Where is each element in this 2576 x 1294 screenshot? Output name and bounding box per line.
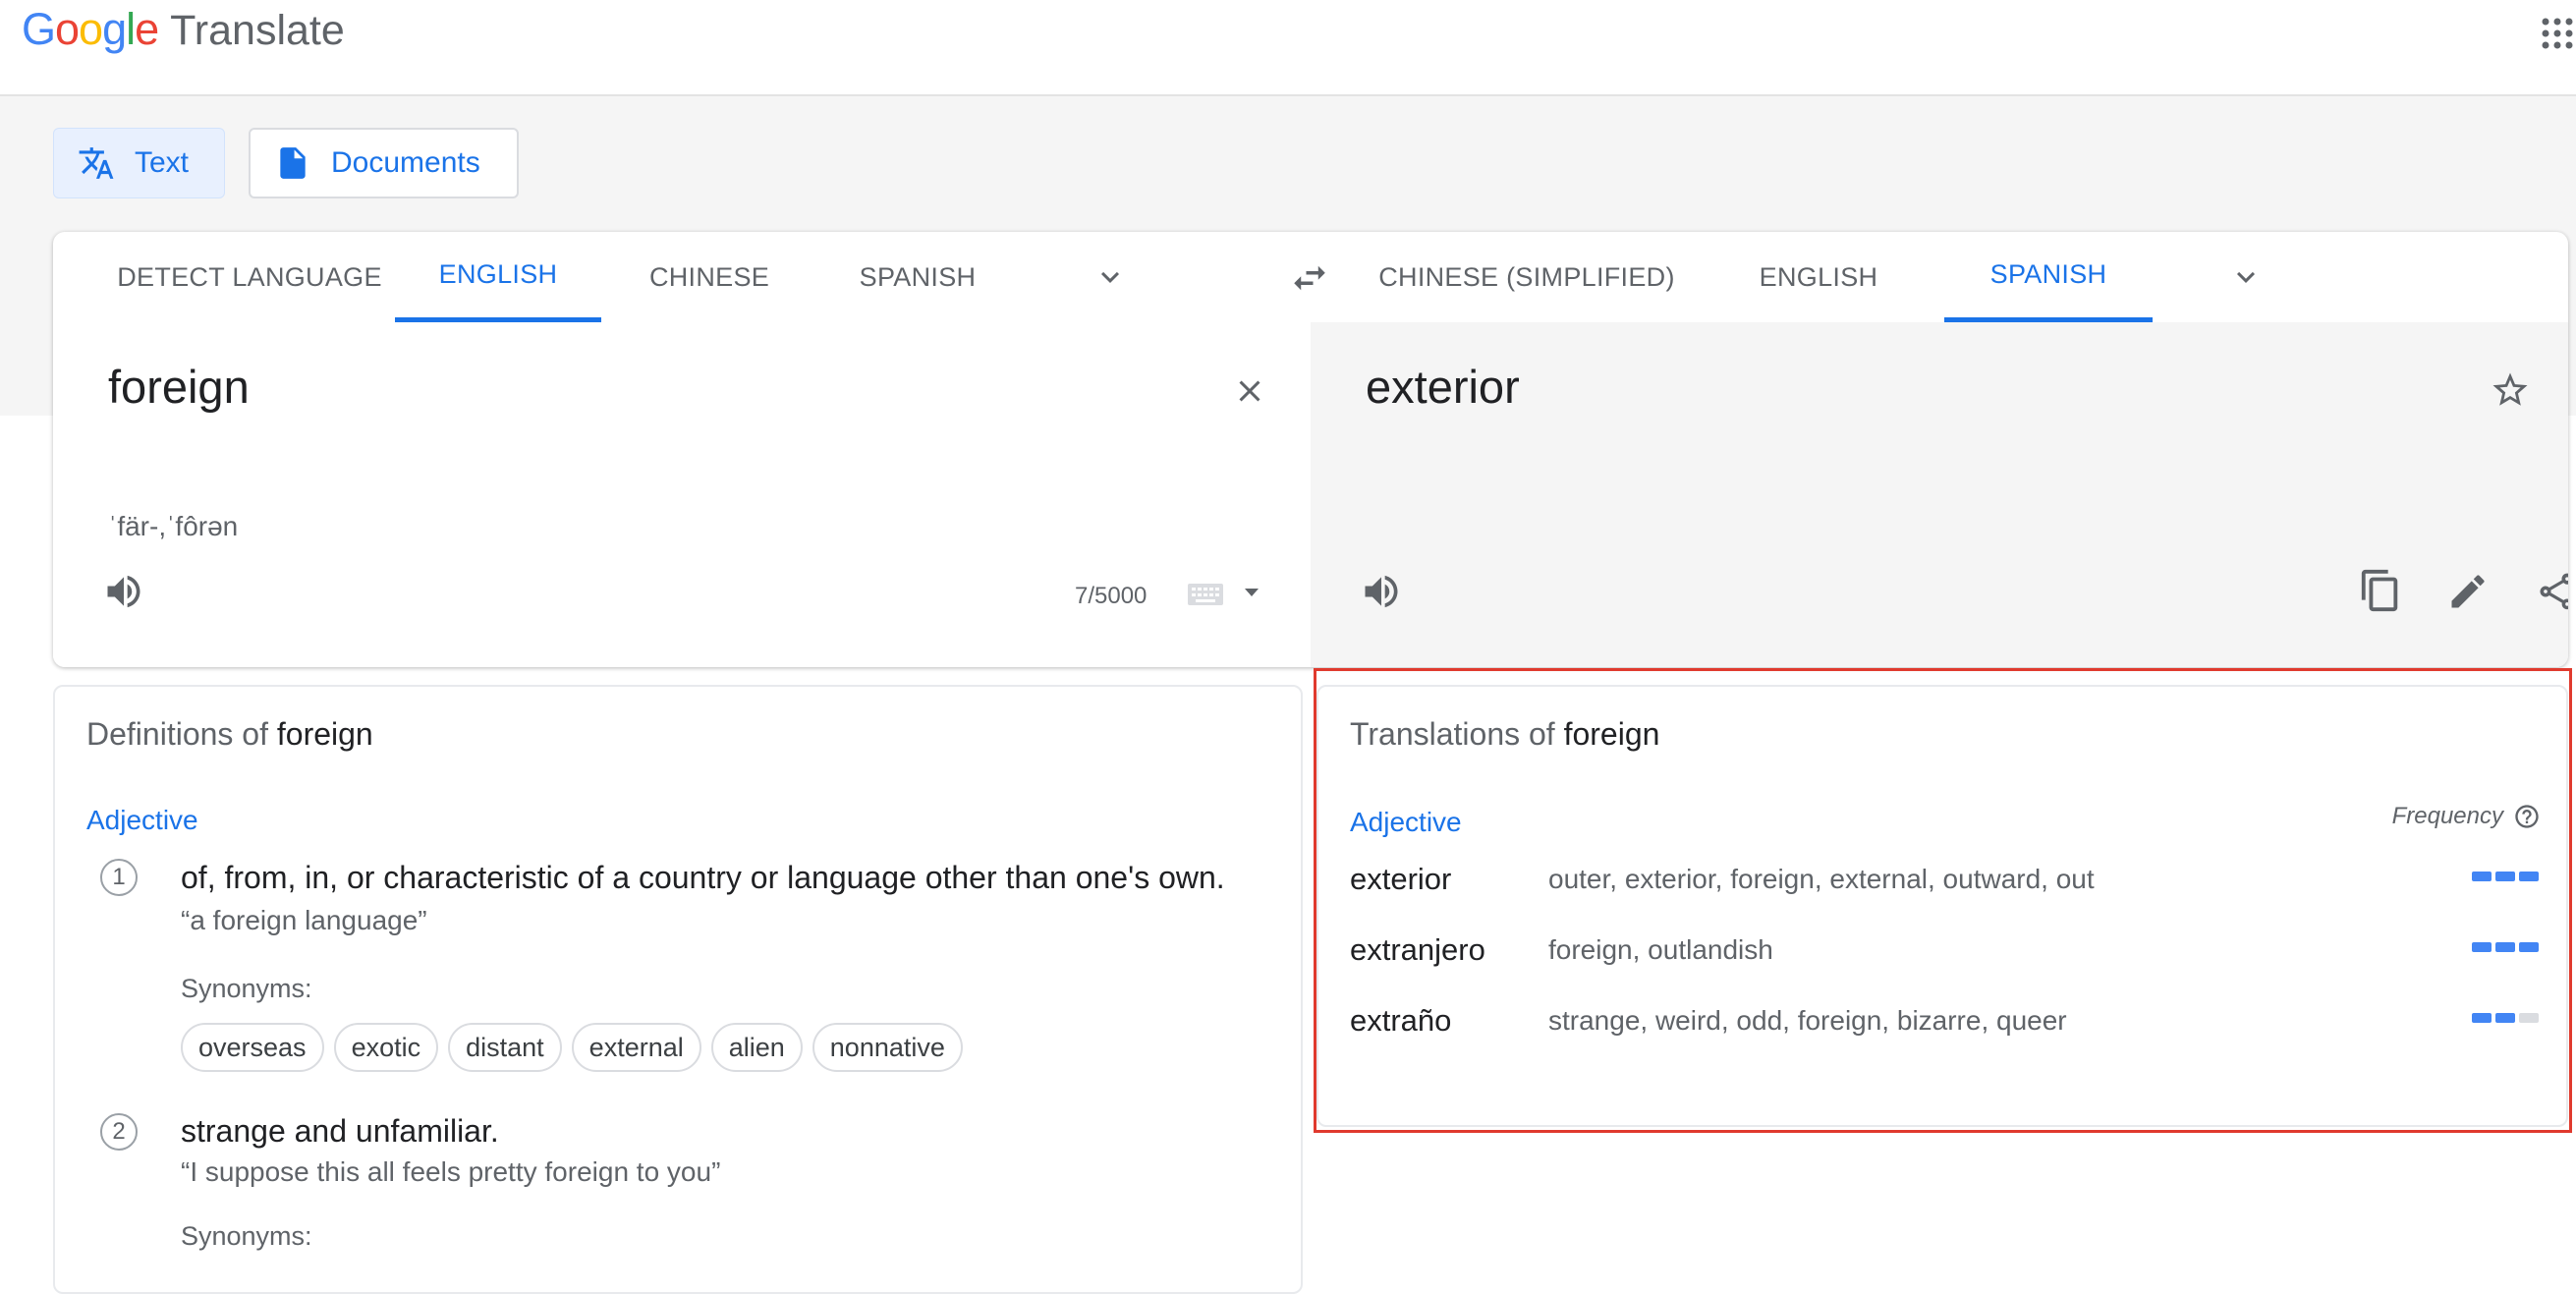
copy-translation-icon[interactable] bbox=[2358, 568, 2403, 613]
clear-text-icon[interactable] bbox=[1232, 373, 1267, 409]
text-mode-button[interactable]: Text bbox=[53, 128, 225, 198]
definition-example: “I suppose this all feels pretty foreign… bbox=[181, 1156, 721, 1187]
logo-letter: o bbox=[79, 4, 103, 54]
definition-number: 1 bbox=[100, 859, 138, 896]
definition-text: strange and unfamiliar. bbox=[181, 1113, 499, 1149]
logo-letter: e bbox=[135, 4, 159, 54]
logo-letter: G bbox=[22, 4, 56, 54]
definitions-panel: Definitions of foreign Adjective 1 of, f… bbox=[53, 685, 1303, 1294]
swap-languages-icon[interactable] bbox=[1289, 257, 1330, 299]
target-more-languages-chevron-icon[interactable] bbox=[2228, 259, 2264, 295]
character-count: 7/5000 bbox=[1075, 583, 1148, 609]
target-lang-chinese-simplified[interactable]: CHINESE (SIMPLIFIED) bbox=[1370, 232, 1684, 322]
text-mode-label: Text bbox=[135, 146, 190, 179]
apps-grid-icon[interactable] bbox=[2540, 14, 2576, 53]
synonyms-label: Synonyms: bbox=[181, 974, 312, 1003]
synonym-chips: overseas exotic distant external alien n… bbox=[181, 1023, 963, 1072]
source-lang-chinese[interactable]: CHINESE bbox=[621, 232, 798, 322]
document-icon bbox=[280, 147, 306, 179]
listen-source-speaker-icon[interactable] bbox=[102, 570, 145, 613]
top-header: Google Translate bbox=[0, 0, 2576, 96]
definitions-title: Definitions of foreign bbox=[86, 716, 373, 753]
synonym-chip[interactable]: alien bbox=[710, 1023, 803, 1072]
synonym-chip[interactable]: overseas bbox=[181, 1023, 324, 1072]
definition-text: of, from, in, or characteristic of a cou… bbox=[181, 860, 1225, 895]
source-text-input[interactable]: foreign bbox=[108, 360, 250, 414]
edit-translation-pencil-icon[interactable] bbox=[2446, 570, 2490, 613]
synonym-chip[interactable]: exotic bbox=[333, 1023, 439, 1072]
highlight-box bbox=[1314, 668, 2572, 1133]
google-translate-logo[interactable]: Google Translate bbox=[22, 4, 345, 63]
synonym-chip[interactable]: distant bbox=[448, 1023, 562, 1072]
target-lang-english[interactable]: ENGLISH bbox=[1735, 232, 1902, 322]
documents-mode-button[interactable]: Documents bbox=[249, 128, 519, 198]
synonym-chip[interactable]: nonnative bbox=[812, 1023, 963, 1072]
source-lang-english[interactable]: ENGLISH bbox=[395, 232, 601, 322]
definitions-title-prefix: Definitions of bbox=[86, 716, 268, 752]
translation-card: DETECT LANGUAGE ENGLISH CHINESE SPANISH … bbox=[53, 232, 2568, 667]
source-more-languages-chevron-icon[interactable] bbox=[1092, 259, 1128, 295]
keyboard-icon[interactable] bbox=[1187, 580, 1224, 609]
definition-example: “a foreign language” bbox=[181, 905, 427, 935]
definitions-word: foreign bbox=[276, 716, 373, 752]
language-bar: DETECT LANGUAGE ENGLISH CHINESE SPANISH … bbox=[53, 232, 2568, 323]
logo-letter: o bbox=[55, 4, 80, 54]
definition-number: 2 bbox=[100, 1113, 138, 1151]
documents-mode-label: Documents bbox=[331, 146, 480, 179]
input-tools-dropdown-icon[interactable] bbox=[1242, 586, 1261, 599]
target-lang-spanish[interactable]: SPANISH bbox=[1944, 232, 2153, 322]
target-pane: exterior bbox=[1311, 322, 2568, 667]
share-translation-icon[interactable] bbox=[2535, 570, 2568, 613]
translate-icon bbox=[79, 147, 114, 179]
synonyms-label: Synonyms: bbox=[181, 1221, 312, 1251]
synonym-chip[interactable]: external bbox=[571, 1023, 701, 1072]
source-pane[interactable]: foreign ˈfär-,ˈfôrən 7/5000 bbox=[53, 322, 1311, 667]
logo-letter: l bbox=[126, 4, 136, 54]
save-translation-star-icon[interactable] bbox=[2490, 369, 2531, 411]
logo-letter: g bbox=[102, 4, 127, 54]
product-name: Translate bbox=[170, 7, 345, 54]
source-lang-spanish[interactable]: SPANISH bbox=[829, 232, 1006, 322]
translated-text: exterior bbox=[1366, 361, 1520, 413]
phonetic-text: ˈfär-,ˈfôrən bbox=[108, 511, 239, 541]
listen-translation-speaker-icon[interactable] bbox=[1360, 570, 1403, 613]
source-lang-detect[interactable]: DETECT LANGUAGE bbox=[53, 232, 446, 322]
definitions-part-of-speech: Adjective bbox=[86, 805, 198, 835]
